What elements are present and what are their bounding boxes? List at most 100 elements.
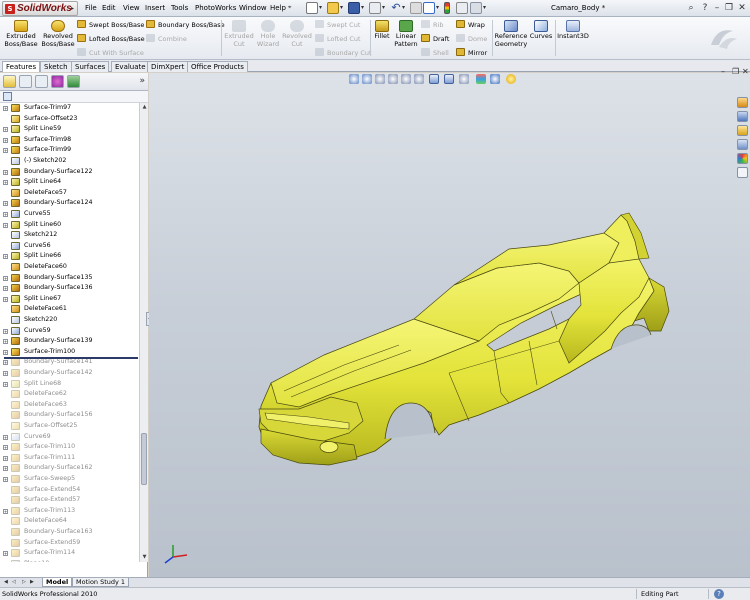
tab-features[interactable]: Features [2, 61, 41, 72]
lofted-cut-button[interactable]: Lofted Cut [315, 34, 361, 43]
open-dropdown-icon[interactable]: ▾ [340, 4, 343, 11]
tree-item[interactable]: + Surface-Trim100 [0, 347, 139, 358]
tree-item[interactable]: + Surface-Trim110 [0, 442, 139, 453]
expand-icon[interactable]: + [3, 360, 8, 366]
tree-item[interactable]: Plane10 [0, 559, 139, 562]
menu-view[interactable]: View [123, 4, 140, 12]
tree-item[interactable]: DeleteFace57 [0, 188, 139, 199]
shell-button[interactable]: Shell [421, 48, 449, 57]
tree-item[interactable]: Surface-Extend57 [0, 495, 139, 506]
next-tab-icon[interactable]: ▷ [22, 578, 26, 587]
tab-model[interactable]: Model [42, 578, 73, 587]
expand-icon[interactable]: + [3, 296, 8, 302]
menu-tools[interactable]: Tools [171, 4, 188, 12]
tree-item[interactable]: + Boundary-Surface124 [0, 198, 139, 209]
instant3d-button[interactable]: Instant3D [557, 20, 589, 41]
tree-item[interactable]: DeleteFace64 [0, 516, 139, 527]
expand-icon[interactable]: + [3, 381, 8, 387]
restore-icon[interactable]: ❐ [723, 2, 735, 14]
tree-item[interactable]: + Curve59 [0, 326, 139, 337]
tree-item[interactable]: + Split Line66 [0, 251, 139, 262]
expand-icon[interactable]: + [3, 434, 8, 440]
open-folder-icon[interactable] [327, 2, 339, 14]
tree-item[interactable]: + Split Line64 [0, 177, 139, 188]
select-dropdown-icon[interactable]: ▾ [436, 4, 439, 11]
tree-item[interactable]: + Surface-Trim111 [0, 453, 139, 464]
new-dropdown-icon[interactable]: ▾ [319, 4, 322, 11]
tree-item[interactable]: Surface-Offset23 [0, 114, 139, 125]
tree-item[interactable]: + Boundary-Surface139 [0, 336, 139, 347]
tree-item[interactable]: Boundary-Surface163 [0, 527, 139, 538]
print-icon[interactable] [369, 2, 381, 14]
print-dropdown-icon[interactable]: ▾ [382, 4, 385, 11]
tree-item[interactable]: Boundary-Surface156 [0, 410, 139, 421]
tree-item[interactable]: Sketch220 [0, 315, 139, 326]
expand-icon[interactable]: + [3, 180, 8, 186]
tree-item[interactable]: + Split Line60 [0, 220, 139, 231]
expand-icon[interactable]: + [3, 201, 8, 207]
feature-manager-tab-icon[interactable] [3, 75, 16, 88]
boundary-cut-button[interactable]: Boundary Cut [315, 48, 372, 57]
tree-item[interactable]: + Boundary-Surface141 [0, 357, 139, 368]
camaro-body-model[interactable] [149, 73, 750, 577]
tree-item[interactable]: DeleteFace61 [0, 304, 139, 315]
chevron-right-icon[interactable]: » [139, 76, 145, 86]
redo-icon[interactable] [410, 2, 422, 14]
tab-surfaces[interactable]: Surfaces [71, 61, 110, 72]
undo-dropdown-icon[interactable]: ▾ [402, 4, 405, 11]
combine-button[interactable]: Combine [146, 34, 187, 43]
scrollbar-thumb[interactable] [141, 433, 147, 485]
tree-item[interactable]: + Surface-Trim98 [0, 135, 139, 146]
tree-item[interactable]: + Boundary-Surface162 [0, 463, 139, 474]
expand-icon[interactable]: + [3, 127, 8, 133]
curves-button[interactable]: Curves [529, 20, 553, 41]
scroll-down-icon[interactable]: ▼ [140, 553, 149, 562]
tab-evaluate[interactable]: Evaluate [111, 61, 150, 72]
tree-item[interactable]: + Surface-Trim113 [0, 506, 139, 517]
tree-item[interactable]: + Boundary-Surface122 [0, 167, 139, 178]
tree-item[interactable]: (-) Sketch202 [0, 156, 139, 167]
tree-item[interactable]: Surface-Offset25 [0, 421, 139, 432]
expand-icon[interactable]: + [3, 455, 8, 461]
extruded-cut-button[interactable]: Extruded Cut [223, 20, 255, 48]
expand-icon[interactable]: + [3, 466, 8, 472]
file-properties-icon[interactable] [456, 2, 468, 14]
expand-icon[interactable]: + [3, 349, 8, 355]
linear-pattern-button[interactable]: Linear Pattern [393, 20, 419, 48]
boundary-boss-button[interactable]: Boundary Boss/Base [146, 20, 225, 29]
options-gear-icon[interactable] [470, 2, 482, 14]
expand-icon[interactable]: + [3, 445, 8, 451]
tree-item[interactable]: + Curve55 [0, 209, 139, 220]
graphics-viewport[interactable]: – ❐ ✕ [149, 67, 750, 577]
menu-file[interactable]: File [85, 4, 97, 12]
tab-sketch[interactable]: Sketch [40, 61, 72, 72]
swept-cut-button[interactable]: Swept Cut [315, 20, 360, 29]
undo-icon[interactable]: ↶ [390, 2, 402, 14]
tree-scrollbar[interactable]: ▲ ▼ [139, 103, 148, 562]
tree-item[interactable]: DeleteFace62 [0, 389, 139, 400]
tree-item[interactable]: + Boundary-Surface135 [0, 273, 139, 284]
extruded-boss-button[interactable]: Extruded Boss/Base [3, 20, 39, 48]
expand-icon[interactable]: + [3, 328, 8, 334]
tree-item[interactable]: + Curve69 [0, 432, 139, 443]
expand-icon[interactable]: + [3, 286, 8, 292]
prev-tab-icon[interactable]: ◁ [12, 578, 16, 587]
tree-item[interactable]: + Surface-Trim97 [0, 103, 139, 114]
menu-insert[interactable]: Insert [145, 4, 165, 12]
minimize-icon[interactable]: – [711, 2, 723, 14]
mirror-button[interactable]: Mirror [456, 48, 487, 57]
last-tab-icon[interactable]: ▶ [30, 578, 34, 587]
scroll-up-icon[interactable]: ▲ [140, 103, 149, 112]
rebuild-traffic-light-icon[interactable] [444, 2, 450, 14]
menu-edit[interactable]: Edit [102, 4, 116, 12]
menu-help[interactable]: Help [270, 4, 286, 12]
help-icon[interactable]: ? [699, 2, 711, 14]
menu-photoworks[interactable]: PhotoWorks [195, 4, 236, 12]
revolved-boss-button[interactable]: Revolved Boss/Base [40, 20, 76, 48]
expand-icon[interactable]: + [3, 477, 8, 482]
expand-icon[interactable]: + [3, 508, 8, 514]
tab-motion-study[interactable]: Motion Study 1 [72, 578, 130, 587]
rib-button[interactable]: Rib [421, 20, 443, 29]
wrap-button[interactable]: Wrap [456, 20, 485, 29]
solidworks-logo-button[interactable]: S SolidWorks ▸ [2, 1, 78, 16]
